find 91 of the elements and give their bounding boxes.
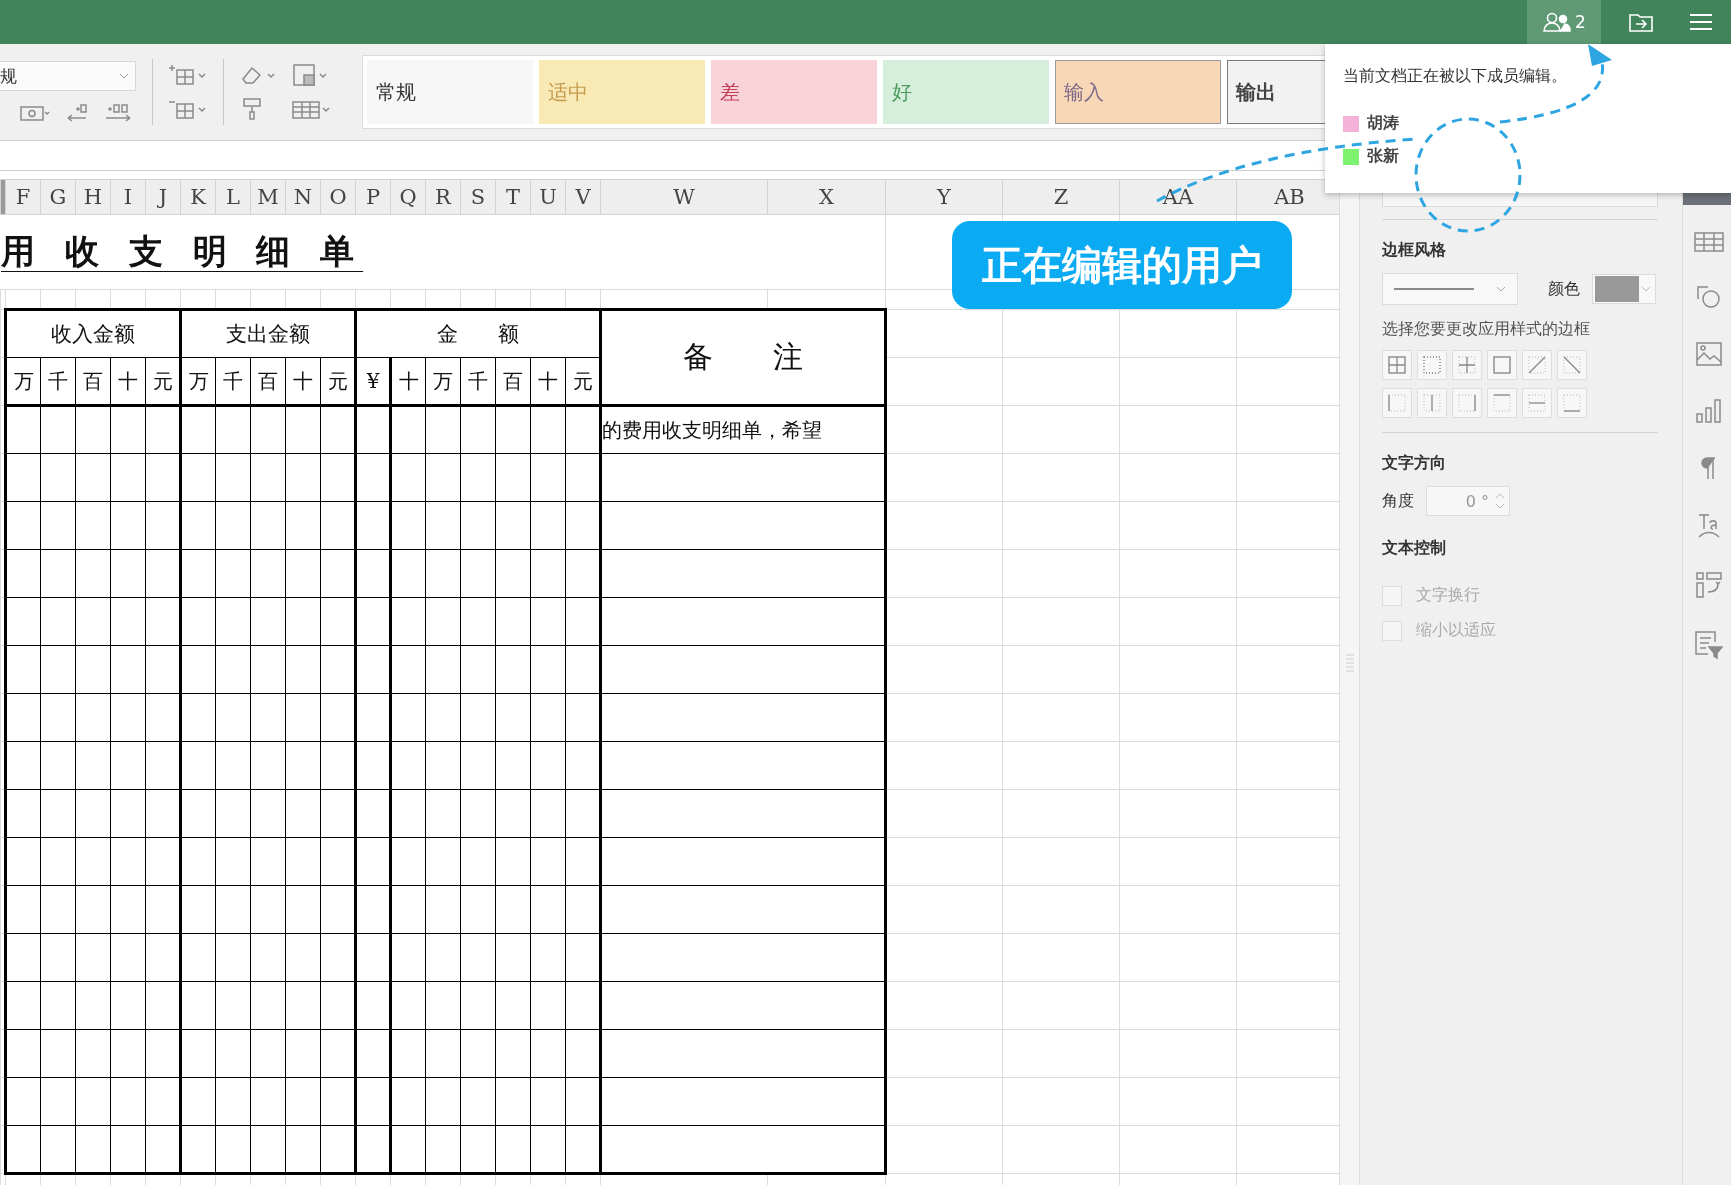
border-style-icon <box>1456 354 1478 376</box>
caret-icon <box>1641 286 1651 292</box>
digit-header: 元 <box>327 368 348 393</box>
border-option-button[interactable] <box>1382 388 1412 418</box>
digit-header: 元 <box>572 368 593 393</box>
menu-icon[interactable] <box>1690 14 1712 30</box>
table-icon[interactable] <box>1693 232 1724 252</box>
digit-header: 十 <box>538 368 558 393</box>
column-header[interactable]: Z <box>1053 185 1069 209</box>
delete-row-icon[interactable] <box>169 98 207 120</box>
number-format-dropdown[interactable]: 规 <box>0 61 136 91</box>
caret-icon <box>1496 286 1506 292</box>
border-style-icon <box>1421 354 1443 376</box>
digit-header: 万 <box>433 368 453 393</box>
digit-header: 百 <box>503 368 523 393</box>
border-style-icon <box>1386 392 1408 414</box>
checkbox-label: 文字换行 <box>1416 585 1480 606</box>
insert-row-icon[interactable] <box>169 64 207 86</box>
border-hint: 选择您要更改应用样式的边框 <box>1382 319 1591 340</box>
column-header[interactable]: Y <box>937 185 951 209</box>
line-sample-icon <box>1394 287 1474 291</box>
border-option-button[interactable] <box>1487 388 1517 418</box>
cell-style-option[interactable]: 输入 <box>1055 60 1221 124</box>
border-option-button[interactable] <box>1452 388 1482 418</box>
cell-style-option[interactable]: 常规 <box>367 60 533 124</box>
fill-color-icon[interactable] <box>292 64 330 86</box>
checkbox-label: 缩小以适应 <box>1416 620 1496 641</box>
convert-icon[interactable] <box>1695 572 1722 598</box>
border-option-button[interactable] <box>1382 350 1412 380</box>
border-style-icon <box>1491 392 1513 414</box>
border-option-button[interactable] <box>1522 388 1552 418</box>
border-style-icon <box>1526 392 1548 414</box>
chart-icon[interactable] <box>1695 399 1722 423</box>
text-art-icon[interactable] <box>1696 513 1721 539</box>
digit-header: 百 <box>83 368 103 393</box>
border-option-button[interactable] <box>1487 350 1517 380</box>
border-option-button[interactable] <box>1417 388 1447 418</box>
color-label: 颜色 <box>1548 278 1580 300</box>
digit-header: 万 <box>188 368 209 393</box>
border-style-icon <box>1491 354 1513 376</box>
border-option-button[interactable] <box>1522 350 1552 380</box>
digit-header: 千 <box>468 368 488 393</box>
border-style-icon <box>1561 392 1583 414</box>
group-header: 收入金额 <box>51 322 135 346</box>
people-icon <box>1542 11 1573 33</box>
angle-label: 角度 <box>1382 490 1414 512</box>
column-header[interactable]: I <box>123 185 133 209</box>
export-icon[interactable] <box>1629 12 1653 32</box>
caret-icon <box>119 73 129 79</box>
cell-style-option[interactable]: 差 <box>711 60 877 124</box>
digit-header: 千 <box>223 368 243 393</box>
section-title: 边框风格 <box>1382 240 1447 261</box>
table-style-icon[interactable] <box>292 98 330 120</box>
digit-header: 十 <box>118 368 138 393</box>
digit-header: 元 <box>152 368 173 393</box>
digit-header: 十 <box>293 368 313 393</box>
border-option-button[interactable] <box>1557 350 1587 380</box>
line-style-dropdown[interactable] <box>1382 273 1518 305</box>
column-header[interactable]: W <box>673 185 695 209</box>
remark-header: 备 注 <box>683 339 803 374</box>
section-title: 文本控制 <box>1382 538 1447 559</box>
spinner-arrows-icon[interactable] <box>1495 492 1505 510</box>
digit-header: 十 <box>398 368 419 393</box>
currency-icon[interactable] <box>20 104 50 122</box>
digit-header: 万 <box>13 368 34 393</box>
column-header[interactable]: AA <box>1162 185 1194 209</box>
filter-list-icon[interactable] <box>1694 631 1723 659</box>
digit-header: ¥ <box>366 369 380 393</box>
eraser-icon[interactable] <box>240 64 278 86</box>
picture-icon[interactable] <box>1695 342 1722 366</box>
group-header: 支出金额 <box>226 322 310 346</box>
column-header[interactable]: J <box>158 185 168 209</box>
border-style-icon <box>1561 354 1583 376</box>
border-option-button[interactable] <box>1557 388 1587 418</box>
user-name: 张新 <box>1367 146 1399 167</box>
column-header[interactable]: X <box>819 185 834 209</box>
callout-label: 正在编辑的用户 <box>952 221 1292 309</box>
border-style-icon <box>1386 354 1408 376</box>
digit-header: 千 <box>48 368 68 393</box>
border-color-dropdown[interactable] <box>1592 274 1656 304</box>
border-style-icon <box>1526 354 1548 376</box>
section-title: 文字方向 <box>1382 453 1447 474</box>
border-style-icon <box>1456 392 1478 414</box>
shapes-icon[interactable] <box>1695 285 1722 309</box>
border-option-button[interactable] <box>1417 350 1447 380</box>
border-option-button[interactable] <box>1452 350 1482 380</box>
color-swatch <box>1595 276 1639 302</box>
digit-header: 百 <box>258 368 278 393</box>
group-header: 金 额 <box>436 322 520 346</box>
border-style-icon <box>1421 392 1443 414</box>
remark-text: 的费用收支明细单，希望 <box>603 417 822 442</box>
